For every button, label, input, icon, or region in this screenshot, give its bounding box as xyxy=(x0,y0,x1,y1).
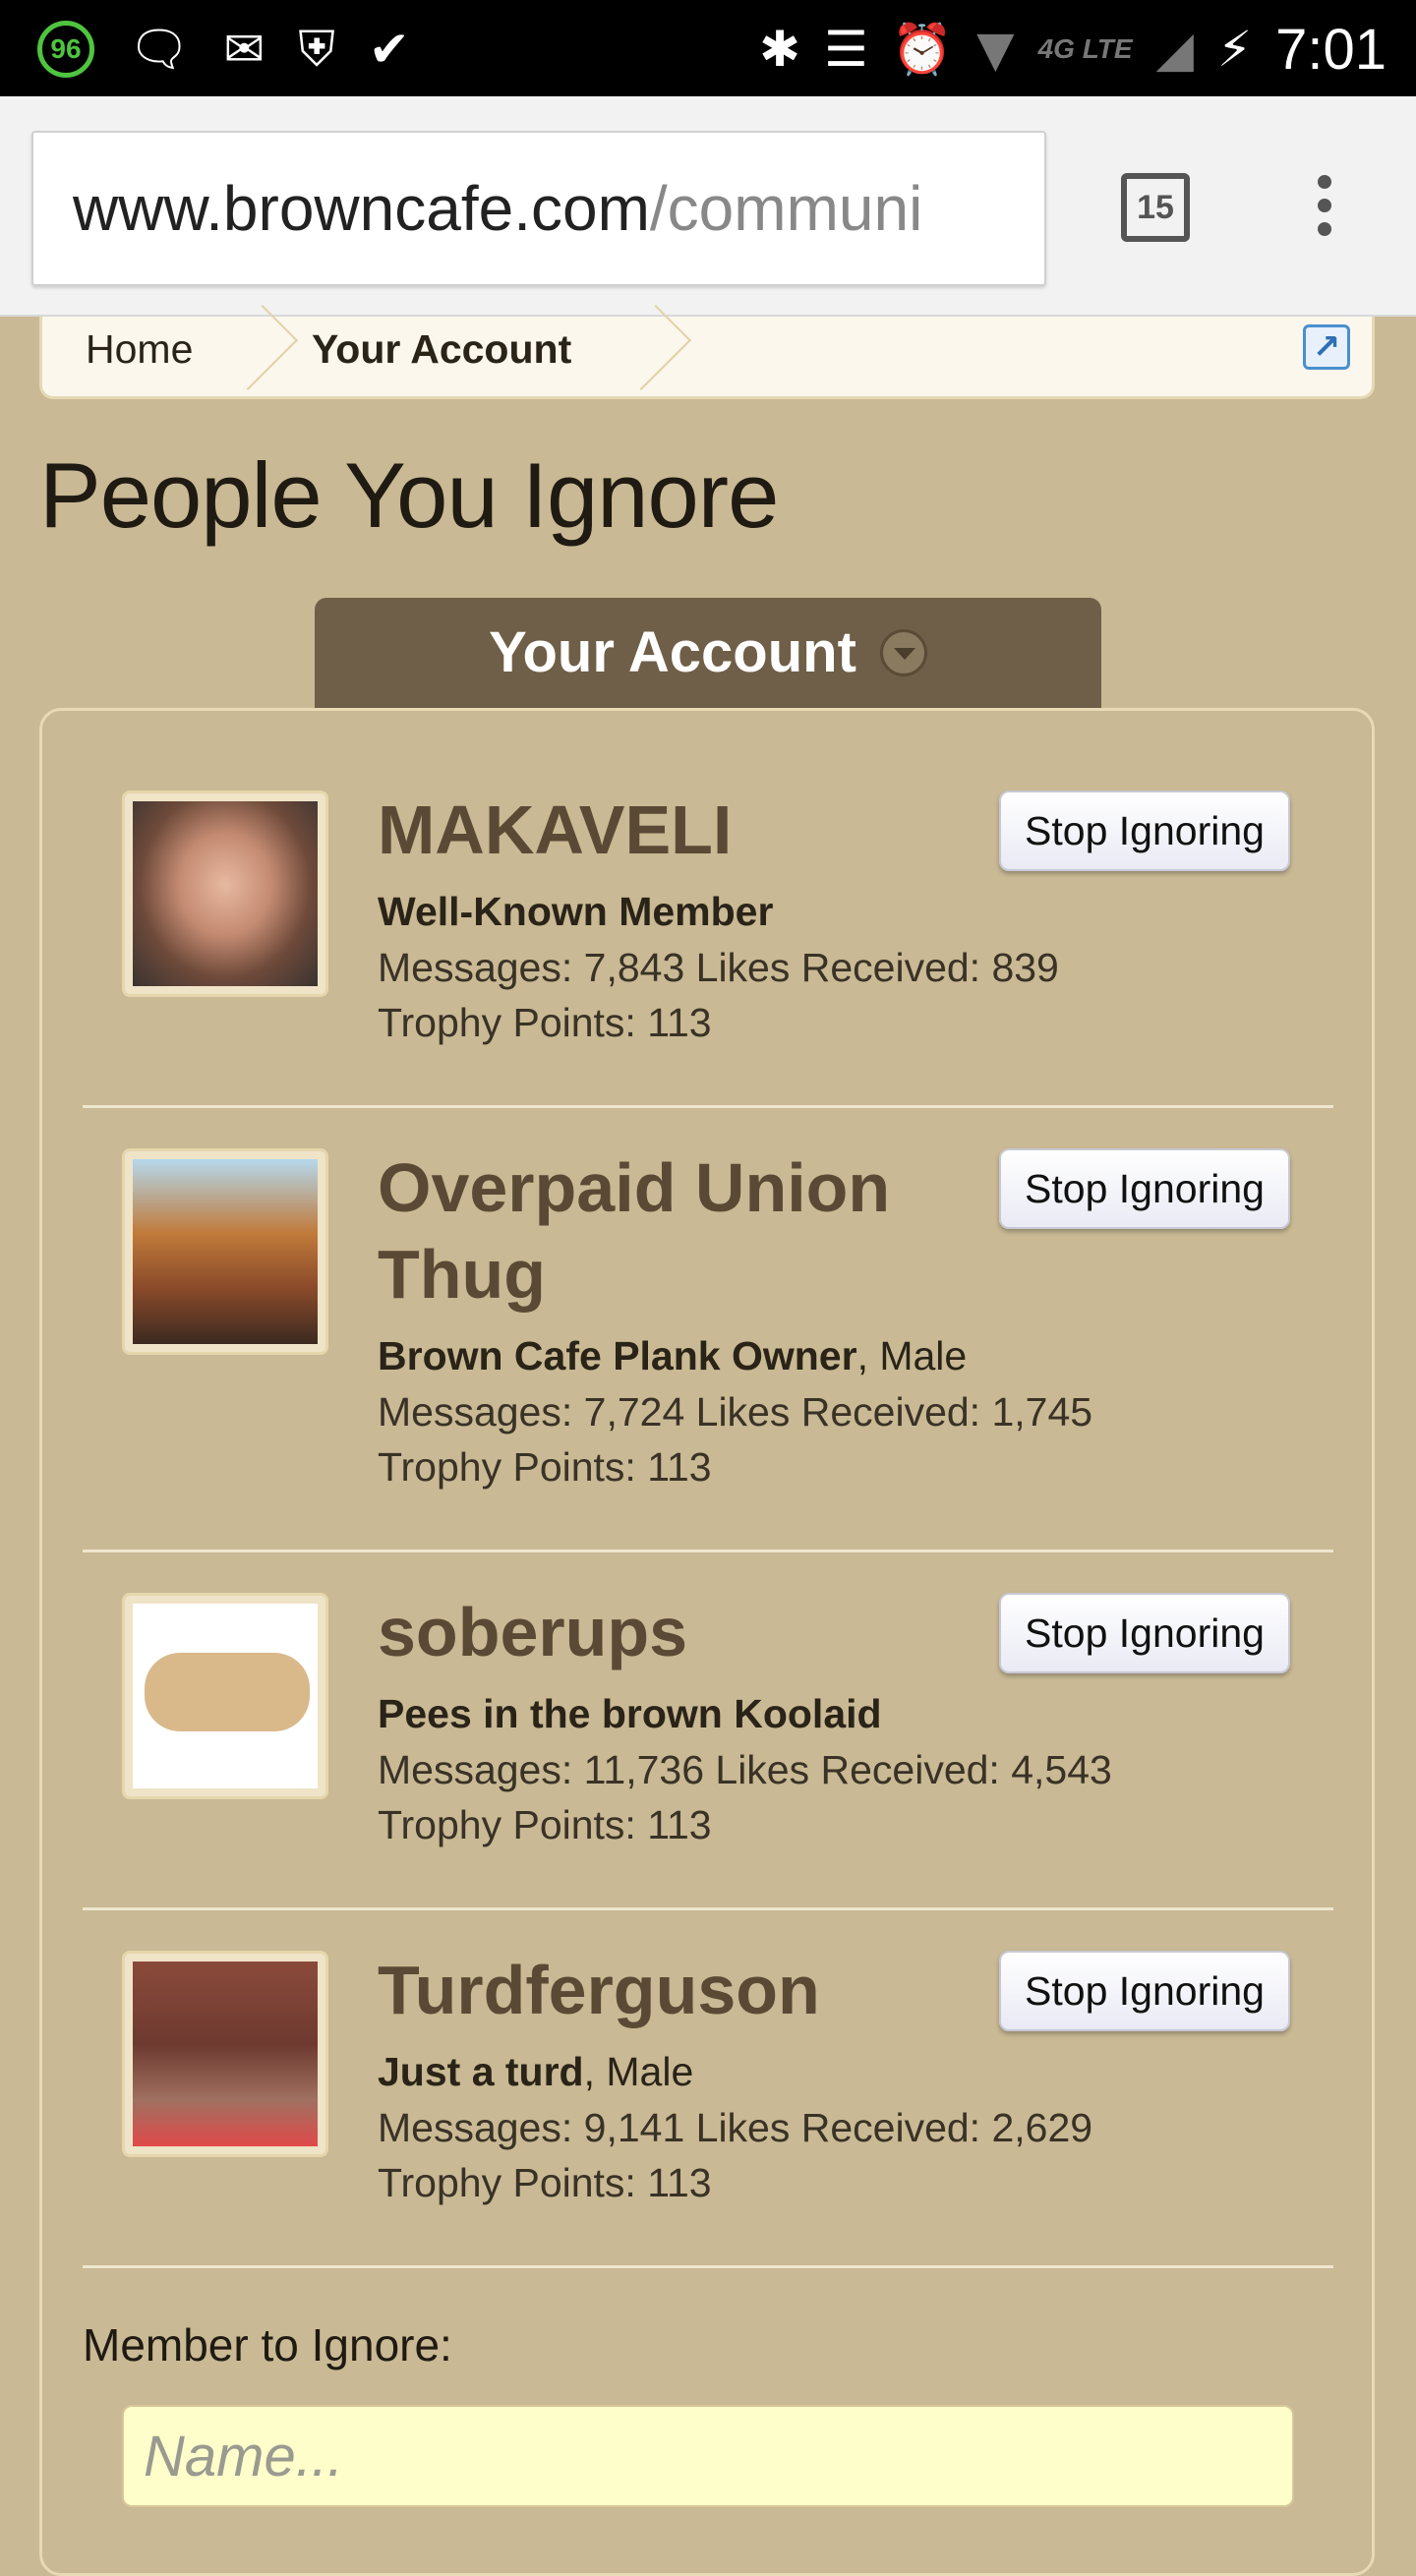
battery-badge-icon: 96 xyxy=(37,21,94,78)
breadcrumb-your-account[interactable]: Your Account xyxy=(312,317,571,395)
network-type-label: 4G LTE xyxy=(1037,33,1133,64)
url-path: /communi xyxy=(649,173,923,244)
user-title: Pees in the brown Koolaid xyxy=(378,1691,882,1736)
url-host: www.browncafe.com xyxy=(73,173,650,244)
notification-icons: 96 🗨 ✉ ⛨ ✔ xyxy=(37,14,410,85)
member-title: Well-Known Member xyxy=(378,889,773,935)
member-gender: , Male xyxy=(583,2049,694,2094)
avatar[interactable] xyxy=(122,1593,328,1799)
divider xyxy=(83,1105,1333,1108)
stop-ignoring-button[interactable]: Stop Ignoring xyxy=(999,1593,1290,1673)
avatar-image xyxy=(133,1604,318,1788)
member-title: Just a turd, Male xyxy=(378,2049,693,2095)
member-stats: Messages: 9,141 Likes Received: 2,629 xyxy=(378,2105,1093,2150)
mail-icon: ✉ xyxy=(223,21,266,78)
page-title: People You Ignore xyxy=(39,443,779,547)
member-title: Pees in the brown Koolaid xyxy=(378,1691,882,1737)
trophy-points: Trophy Points: 113 xyxy=(378,2160,712,2205)
avatar-image xyxy=(133,801,318,986)
browser-toolbar: www.browncafe.com/communi 15 xyxy=(0,96,1416,317)
menu-tab-label: Your Account xyxy=(489,620,856,684)
stop-ignoring-button[interactable]: Stop Ignoring xyxy=(999,790,1290,871)
user-title: Well-Known Member xyxy=(378,889,774,934)
battery-charging-icon: ⚡ xyxy=(1217,21,1253,78)
member-name[interactable]: soberups xyxy=(378,1589,968,1675)
divider xyxy=(83,1907,1333,1910)
bluetooth-icon: ✱ xyxy=(759,21,801,78)
clock: 7:01 xyxy=(1275,17,1386,82)
member-to-ignore-label: Member to Ignore: xyxy=(83,2319,452,2371)
avatar[interactable] xyxy=(122,1148,328,1355)
member-name[interactable]: Turdferguson xyxy=(378,1947,968,2033)
system-icons: ✱ ☰ ⏰ ▼ 4G LTE ◢ ⚡ 7:01 xyxy=(759,14,1386,85)
overflow-menu-icon[interactable] xyxy=(1310,175,1339,246)
stop-ignoring-button[interactable]: Stop Ignoring xyxy=(999,1951,1290,2031)
user-title: Just a turd xyxy=(378,2049,584,2094)
trophy-points: Trophy Points: 113 xyxy=(378,1444,712,1490)
alarm-icon: ⏰ xyxy=(891,21,954,78)
member-title: Brown Cafe Plank Owner, Male xyxy=(378,1333,967,1379)
avatar[interactable] xyxy=(122,790,328,997)
member-name-input[interactable] xyxy=(122,2405,1294,2507)
member-name[interactable]: Overpaid Union Thug xyxy=(378,1144,968,1317)
member-gender: , Male xyxy=(856,1333,968,1378)
briefcase-check-icon: ✔ xyxy=(368,21,410,78)
avatar[interactable] xyxy=(122,1951,328,2157)
divider xyxy=(83,1550,1333,1552)
user-title: Brown Cafe Plank Owner xyxy=(378,1333,857,1378)
wifi-icon: ▼ xyxy=(976,21,1015,78)
vibrate-icon: ☰ xyxy=(824,21,868,78)
tab-switcher-button[interactable]: 15 xyxy=(1121,173,1190,242)
your-account-menu-tab[interactable]: Your Account xyxy=(315,598,1101,708)
avatar-image xyxy=(133,1159,318,1344)
external-link-icon[interactable]: ↗ xyxy=(1303,324,1350,370)
member-stats: Messages: 7,724 Likes Received: 1,745 xyxy=(378,1389,1093,1434)
trophy-points: Trophy Points: 113 xyxy=(378,1802,712,1847)
trophy-points: Trophy Points: 113 xyxy=(378,1000,712,1045)
breadcrumb-home[interactable]: Home xyxy=(86,317,193,395)
avatar-image xyxy=(133,1961,318,2146)
breadcrumb: Home Your Account ↗ xyxy=(39,304,1375,399)
signal-icon: ◢ xyxy=(1155,21,1194,78)
member-stats: Messages: 7,843 Likes Received: 839 xyxy=(378,945,1059,990)
breadcrumb-separator-icon xyxy=(211,304,299,391)
stop-ignoring-button[interactable]: Stop Ignoring xyxy=(999,1148,1290,1229)
address-bar[interactable]: www.browncafe.com/communi xyxy=(31,131,1046,286)
member-name[interactable]: MAKAVELI xyxy=(378,787,968,873)
divider xyxy=(83,2265,1333,2268)
dropdown-arrow-icon[interactable] xyxy=(879,628,927,676)
member-stats: Messages: 11,736 Likes Received: 4,543 xyxy=(378,1747,1112,1792)
status-bar: 96 🗨 ✉ ⛨ ✔ ✱ ☰ ⏰ ▼ 4G LTE ◢ ⚡ 7:01 xyxy=(0,0,1416,96)
chat-icon: 🗨 xyxy=(128,21,191,78)
breadcrumb-separator-icon xyxy=(605,304,692,391)
shield-search-icon: ⛨ xyxy=(298,21,335,78)
